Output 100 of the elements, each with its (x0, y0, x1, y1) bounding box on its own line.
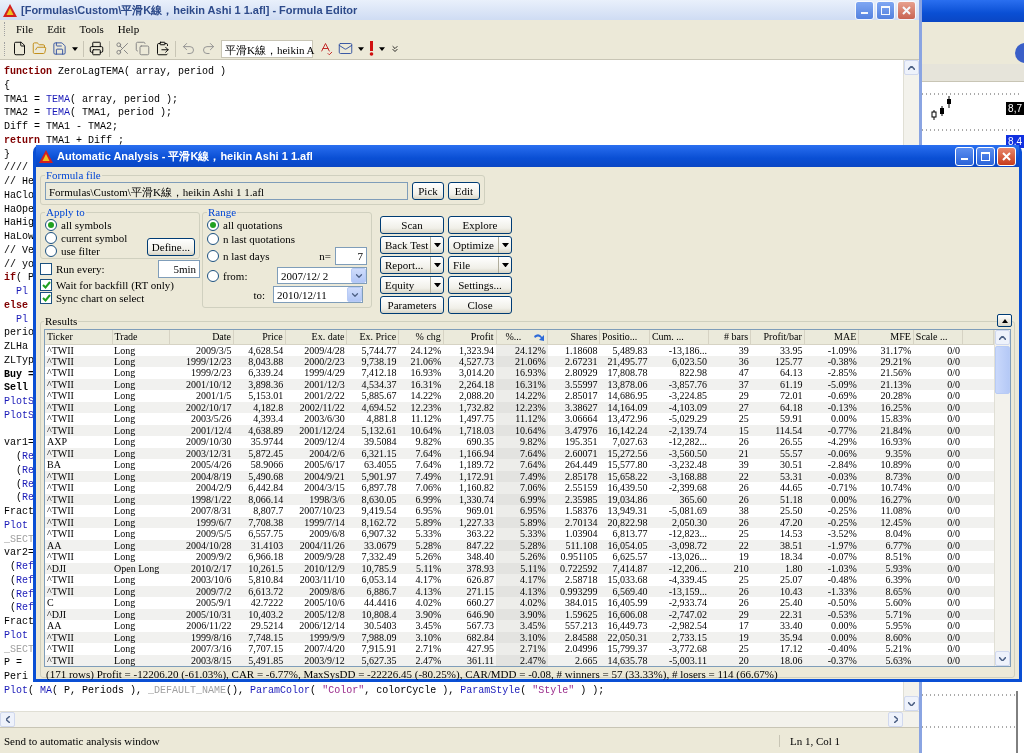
column-header[interactable]: MFE (858, 330, 914, 344)
column-header[interactable]: %... (496, 330, 548, 344)
column-header[interactable]: Profit/bar (750, 330, 805, 344)
scroll-left-button[interactable] (0, 712, 15, 727)
maximize-button[interactable] (876, 0, 895, 20)
column-header[interactable]: Scale ... (913, 330, 962, 344)
column-header[interactable]: Ex. date (285, 330, 347, 344)
field-label: n= (319, 250, 331, 262)
caret-down-icon[interactable] (434, 242, 441, 248)
table-cell: 567.73 (443, 620, 496, 632)
n-field[interactable]: 7 (335, 247, 367, 265)
dialog-button[interactable]: Define... (146, 238, 195, 256)
split-button[interactable]: File (448, 256, 512, 274)
maximize-button[interactable] (976, 146, 995, 166)
column-header[interactable]: Date (169, 330, 234, 344)
dialog-button[interactable]: Close (448, 296, 512, 314)
menu-item[interactable]: Tools (74, 23, 109, 35)
scroll-down-button[interactable] (904, 696, 919, 711)
split-button[interactable]: Equity (380, 276, 444, 294)
scroll-down-button[interactable] (995, 651, 1010, 666)
spellcheck-icon[interactable] (318, 41, 333, 56)
formula-path-field[interactable]: Formulas\Custom\平滑K線，heikin Ashi 1 1.afl (45, 182, 408, 200)
split-button[interactable]: Report... (380, 256, 444, 274)
dialog-button[interactable]: Settings... (448, 276, 512, 294)
exclamation-icon[interactable] (369, 41, 374, 56)
send-icon[interactable] (338, 41, 353, 56)
close-button[interactable] (997, 146, 1016, 166)
column-header[interactable]: Ticker (45, 330, 113, 344)
column-header[interactable]: Positio... (599, 330, 650, 344)
radio-button[interactable] (207, 269, 219, 282)
scroll-up-button[interactable] (904, 60, 919, 75)
table-cell: 2009/4/28 (285, 344, 347, 356)
column-header[interactable]: # bars (708, 330, 751, 344)
table-cell: AXP (45, 436, 113, 448)
column-header[interactable]: MAE (804, 330, 859, 344)
scrollbar-thumb[interactable] (995, 346, 1010, 394)
paste-icon[interactable] (155, 41, 170, 56)
caret-down-icon[interactable] (434, 262, 441, 268)
table-cell: 2006/12/14 (285, 620, 347, 632)
column-header[interactable]: Shares (547, 330, 600, 344)
chevron-left-icon[interactable] (5, 716, 10, 723)
table-cell: Long (112, 344, 170, 356)
table-cell: 26 (708, 436, 751, 448)
table-cell: Long (112, 482, 170, 494)
chevron-up-icon[interactable] (999, 335, 1006, 340)
date-picker[interactable]: 2007/12/ 2 (277, 267, 367, 284)
close-button[interactable] (897, 0, 916, 20)
split-button[interactable]: Optimize (448, 236, 512, 254)
caret-down-icon[interactable] (379, 46, 385, 51)
new-file-icon[interactable] (12, 41, 27, 56)
column-header[interactable]: Price (233, 330, 286, 344)
radio-button[interactable] (45, 232, 57, 244)
minimize-button[interactable] (955, 146, 974, 166)
radio-button[interactable] (207, 219, 219, 231)
printer-icon[interactable] (89, 41, 104, 56)
caret-down-icon[interactable] (502, 242, 509, 248)
radio-button[interactable] (45, 219, 57, 231)
dialog-button[interactable]: Scan (380, 216, 444, 234)
column-header[interactable]: Profit (443, 330, 496, 344)
chevron-down-icon[interactable] (999, 656, 1006, 661)
dialog-button[interactable]: Parameters (380, 296, 444, 314)
scroll-up-button[interactable] (995, 330, 1010, 345)
checkbox[interactable] (40, 263, 52, 275)
cut-icon[interactable] (115, 41, 130, 56)
column-header[interactable]: Cum. ... (649, 330, 709, 344)
radio-button[interactable] (207, 250, 219, 262)
caret-down-icon[interactable] (502, 262, 509, 268)
caret-down-icon[interactable] (72, 46, 78, 51)
overflow-icon[interactable] (390, 43, 400, 54)
chevron-up-icon[interactable] (908, 65, 915, 70)
radio-button[interactable] (207, 233, 219, 245)
column-header[interactable]: % chg (398, 330, 444, 344)
scroll-right-button[interactable] (888, 712, 903, 727)
dialog-button[interactable]: Explore (448, 216, 512, 234)
checkbox[interactable] (40, 279, 52, 291)
caret-down-icon[interactable] (358, 46, 364, 51)
checkbox[interactable] (40, 292, 52, 304)
dialog-button[interactable]: Edit (448, 182, 480, 200)
column-header[interactable]: Trade (112, 330, 170, 344)
save-icon[interactable] (52, 41, 67, 56)
chevron-right-icon[interactable] (893, 716, 898, 723)
column-header[interactable]: Ex. Price (346, 330, 399, 344)
chevron-down-icon[interactable] (908, 701, 915, 706)
radio-button[interactable] (45, 245, 57, 257)
group-label: Formula file (45, 169, 102, 181)
table-cell: 4,881.8 (346, 413, 399, 425)
table-cell: Long (112, 505, 170, 517)
caret-down-icon[interactable] (434, 282, 441, 288)
menu-item[interactable]: File (11, 23, 39, 35)
interval-field[interactable]: 5min (158, 260, 200, 278)
dialog-button[interactable]: Pick (412, 182, 444, 200)
menu-item[interactable]: Edit (42, 23, 71, 35)
minimize-button[interactable] (855, 0, 874, 20)
date-picker[interactable]: 2010/12/11 (273, 286, 363, 303)
formula-combo[interactable]: 平滑K線，heikin A (221, 39, 313, 58)
split-button[interactable]: Back Test (380, 236, 444, 254)
collapse-button[interactable] (997, 314, 1012, 327)
table-cell: 39 (708, 459, 751, 471)
code-line: var2= (4, 546, 34, 560)
menu-item[interactable]: Help (112, 23, 145, 35)
